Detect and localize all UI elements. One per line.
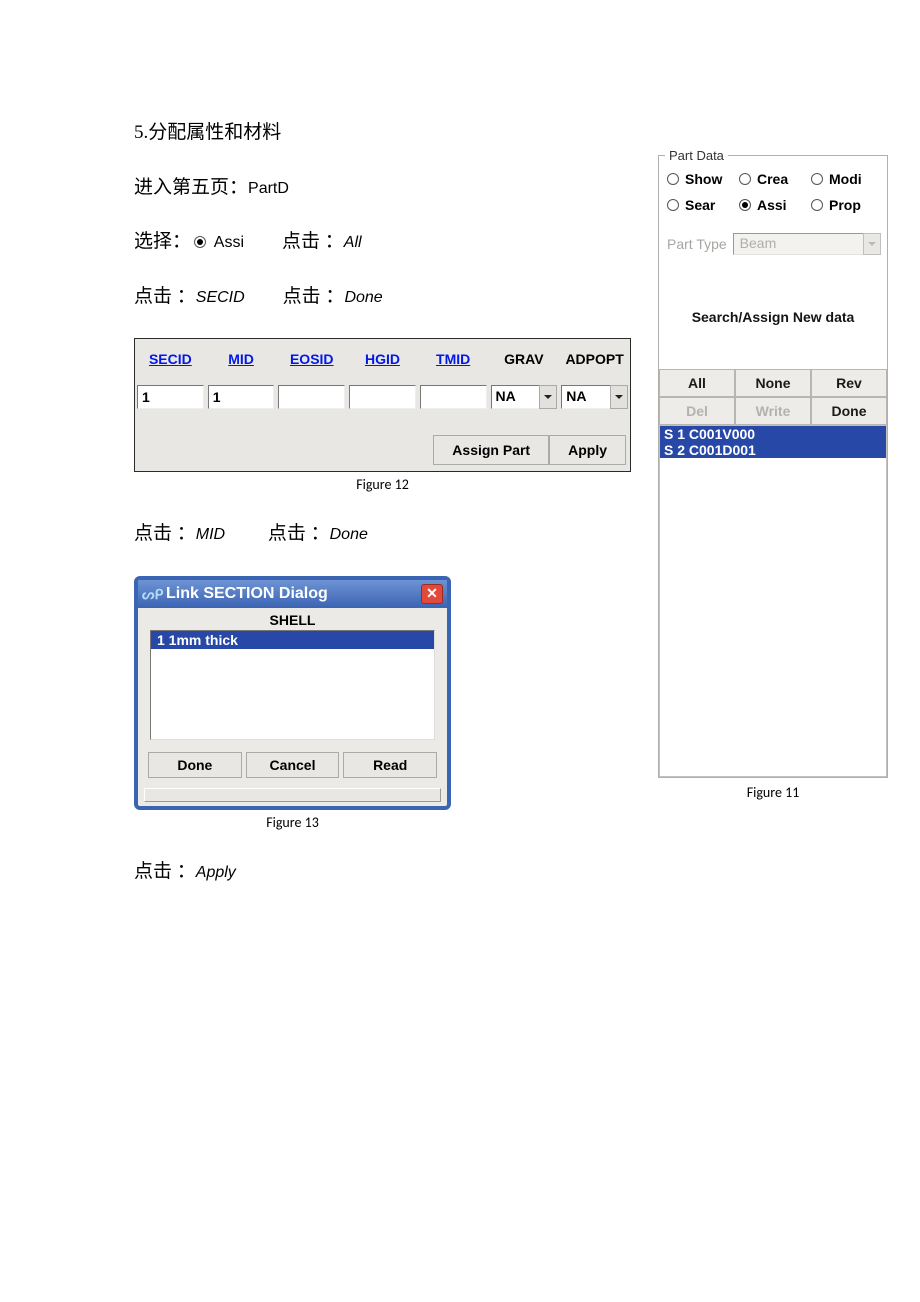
v2: Done <box>330 526 368 543</box>
chevron-down-icon <box>610 385 628 409</box>
radio-crea[interactable]: Crea <box>739 171 811 187</box>
part-type-label: Part Type <box>667 236 727 252</box>
inp-tmid[interactable] <box>420 385 487 409</box>
inp-secid[interactable] <box>137 385 204 409</box>
lbl: Sear <box>685 197 715 213</box>
app-icon: ᔕᑭ <box>142 585 160 603</box>
apply-button[interactable]: Apply <box>549 435 626 465</box>
radio-modi[interactable]: Modi <box>811 171 883 187</box>
section-list[interactable]: 1 1mm thick <box>150 630 435 740</box>
txt: 选择： <box>134 231 191 252</box>
t1: 点击 ： <box>134 861 196 882</box>
property-grid: SECID MID EOSID HGID TMID GRAV ADPOPT NA… <box>134 338 631 472</box>
statusbar <box>144 788 441 802</box>
lbl: Show <box>685 171 722 187</box>
title: Link SECTION Dialog <box>166 585 328 603</box>
link-section-dialog: ᔕᑭ Link SECTION Dialog ✕ SHELL 1 1mm thi… <box>134 576 451 810</box>
step-click-apply: 点击 ：Apply <box>134 859 884 886</box>
chevron-down-icon <box>539 385 557 409</box>
val: PartD <box>248 180 289 197</box>
legend: Part Data <box>665 148 728 163</box>
lbl: Modi <box>829 171 862 187</box>
titlebar[interactable]: ᔕᑭ Link SECTION Dialog ✕ <box>138 580 447 608</box>
rev-button[interactable]: Rev <box>811 369 887 397</box>
v1: SECID <box>196 289 245 306</box>
done-button[interactable]: Done <box>148 752 242 778</box>
list-item[interactable]: S 2 C001D001 <box>660 442 886 458</box>
lbl: Assi <box>757 197 787 213</box>
txt2: 点击 ： <box>244 231 344 252</box>
radio-sear[interactable]: Sear <box>667 197 739 213</box>
txt: 进入第五页： <box>134 177 248 198</box>
all-button[interactable]: All <box>659 369 735 397</box>
dd-adpopt[interactable]: NA <box>561 385 628 409</box>
lbl: Prop <box>829 197 861 213</box>
done-button[interactable]: Done <box>811 397 887 425</box>
col-secid[interactable]: SECID <box>135 339 206 379</box>
chevron-down-icon <box>863 233 881 255</box>
part-type-select: Beam <box>733 233 881 255</box>
lbl: Crea <box>757 171 788 187</box>
inp-eosid[interactable] <box>278 385 345 409</box>
write-button: Write <box>735 397 811 425</box>
v1: MID <box>196 526 225 543</box>
dd-adpopt-val: NA <box>561 385 610 409</box>
radio-assi-bullet <box>194 236 206 248</box>
radio-prop[interactable]: Prop <box>811 197 883 213</box>
del-button: Del <box>659 397 735 425</box>
col-grav: GRAV <box>489 339 560 379</box>
v1: Apply <box>196 864 236 881</box>
list-item[interactable]: 1 1mm thick <box>151 631 434 649</box>
close-icon[interactable]: ✕ <box>421 584 443 604</box>
none-button[interactable]: None <box>735 369 811 397</box>
col-adpopt: ADPOPT <box>559 339 630 379</box>
figure12-caption: Figure 12 <box>134 476 631 493</box>
assign-part-button[interactable]: Assign Part <box>433 435 549 465</box>
list-item[interactable]: S 1 C001V000 <box>660 426 886 442</box>
read-button[interactable]: Read <box>343 752 437 778</box>
v2: Done <box>344 289 382 306</box>
t1: 点击 ： <box>134 286 196 307</box>
inp-mid[interactable] <box>208 385 275 409</box>
section-type: SHELL <box>138 608 447 628</box>
heading-5: 5.分配属性和材料 <box>134 120 884 147</box>
col-mid[interactable]: MID <box>206 339 277 379</box>
col-eosid[interactable]: EOSID <box>276 339 347 379</box>
part-list[interactable]: S 1 C001V000 S 2 C001D001 <box>659 425 887 777</box>
t2: 点击 ： <box>245 286 345 307</box>
val-all: All <box>344 234 362 251</box>
col-hgid[interactable]: HGID <box>347 339 418 379</box>
part-data-panel: Part Data Show Crea Modi Sear Assi Prop … <box>658 148 888 801</box>
inp-hgid[interactable] <box>349 385 416 409</box>
dd-grav[interactable]: NA <box>491 385 558 409</box>
part-type-value: Beam <box>733 233 863 255</box>
t2: 点击 ： <box>225 523 330 544</box>
radio-assi[interactable]: Assi <box>739 197 811 213</box>
col-tmid[interactable]: TMID <box>418 339 489 379</box>
cancel-button[interactable]: Cancel <box>246 752 340 778</box>
figure13-caption: Figure 13 <box>134 814 451 831</box>
t1: 点击 ： <box>134 523 196 544</box>
figure11-caption: Figure 11 <box>658 784 888 801</box>
search-assign-title: Search/Assign New data <box>659 265 887 369</box>
radio-assi-label: Assi <box>214 234 244 251</box>
radio-show[interactable]: Show <box>667 171 739 187</box>
dd-grav-val: NA <box>491 385 540 409</box>
